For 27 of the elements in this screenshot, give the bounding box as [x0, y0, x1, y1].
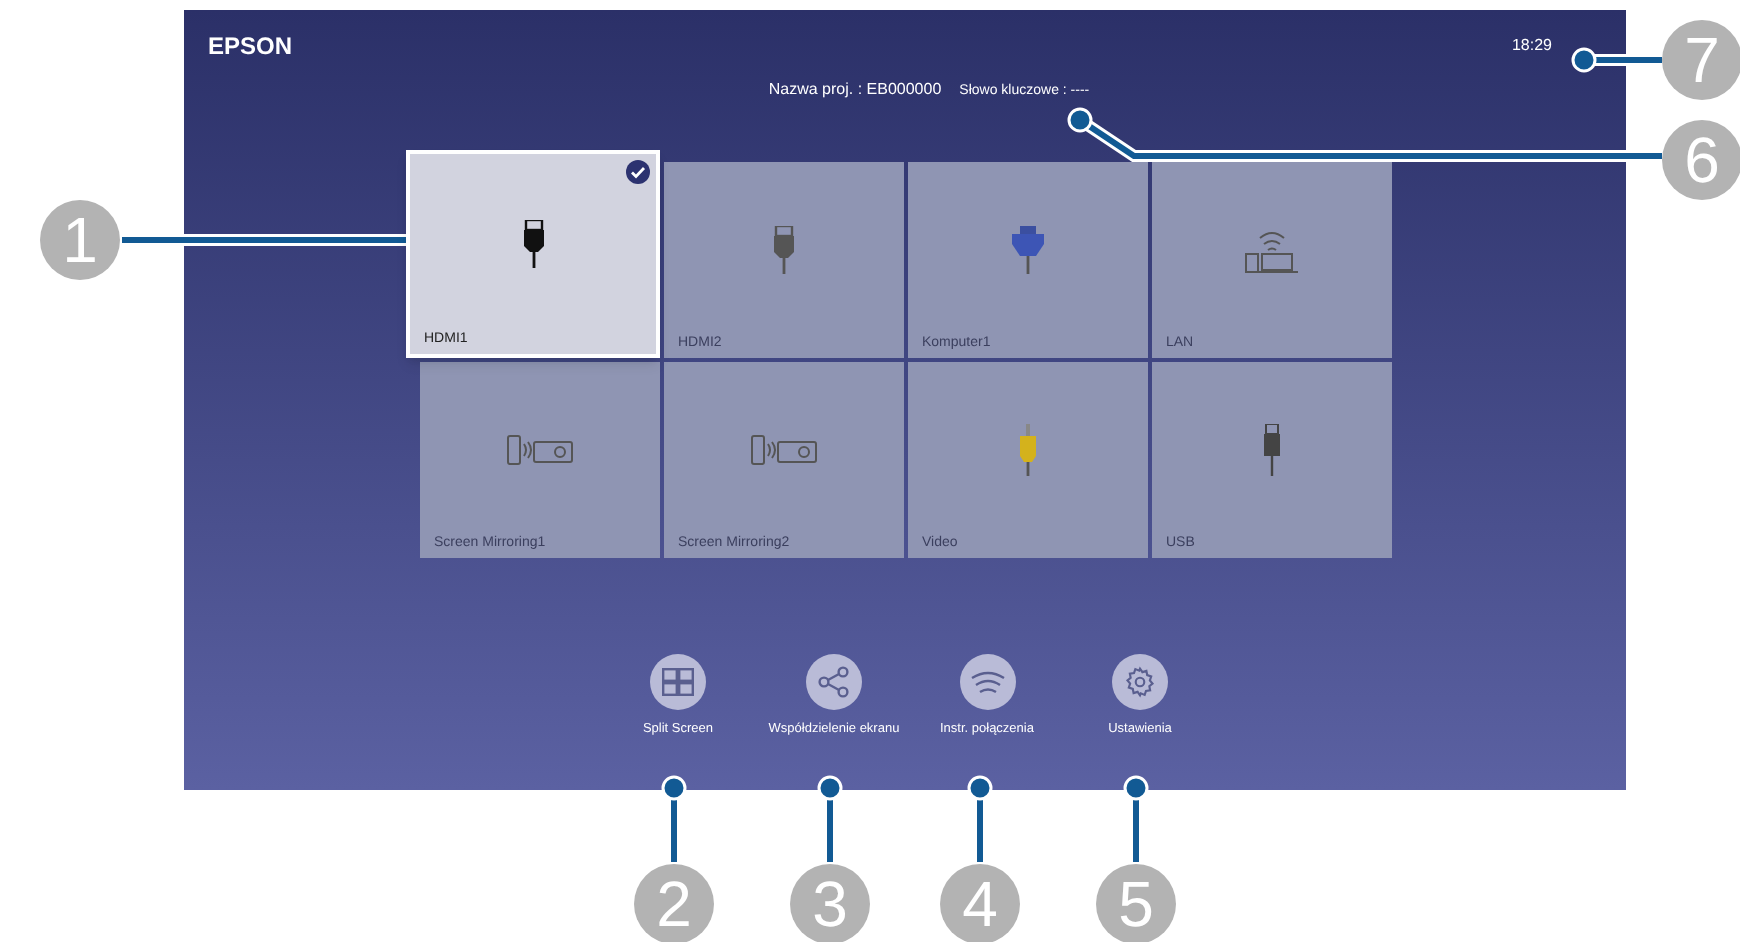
usb-plug-icon [1262, 423, 1282, 475]
settings-icon [1124, 666, 1156, 698]
clock-time: 18:29 [1511, 38, 1552, 54]
leader-line [1571, 47, 1662, 73]
callout-number: 7 [1662, 20, 1740, 100]
callout-number: 4 [940, 864, 1020, 942]
callout-number: 2 [634, 864, 714, 942]
leader-line [967, 775, 993, 862]
grid-icon [662, 668, 694, 696]
leader-line [1123, 775, 1149, 862]
wireless-icon [969, 670, 1005, 694]
leader-line [661, 775, 687, 862]
hdmi-plug-icon [521, 219, 545, 267]
brand-logo: EPSON [208, 34, 293, 58]
vga-plug-icon [1012, 225, 1044, 273]
callout-number: 3 [790, 864, 870, 942]
hdmi-plug-icon [772, 225, 796, 273]
callout-number: 1 [40, 200, 120, 280]
share-icon [818, 666, 850, 698]
phone-to-projector-icon [506, 433, 574, 465]
leader-line [817, 775, 843, 862]
rca-plug-icon [1018, 423, 1038, 475]
callout-number: 5 [1096, 864, 1176, 942]
callout-number: 6 [1662, 120, 1740, 200]
check-icon [626, 160, 650, 184]
phone-to-projector-icon [750, 433, 818, 465]
project-name: Nazwa proj. : EB000000 [768, 82, 942, 98]
